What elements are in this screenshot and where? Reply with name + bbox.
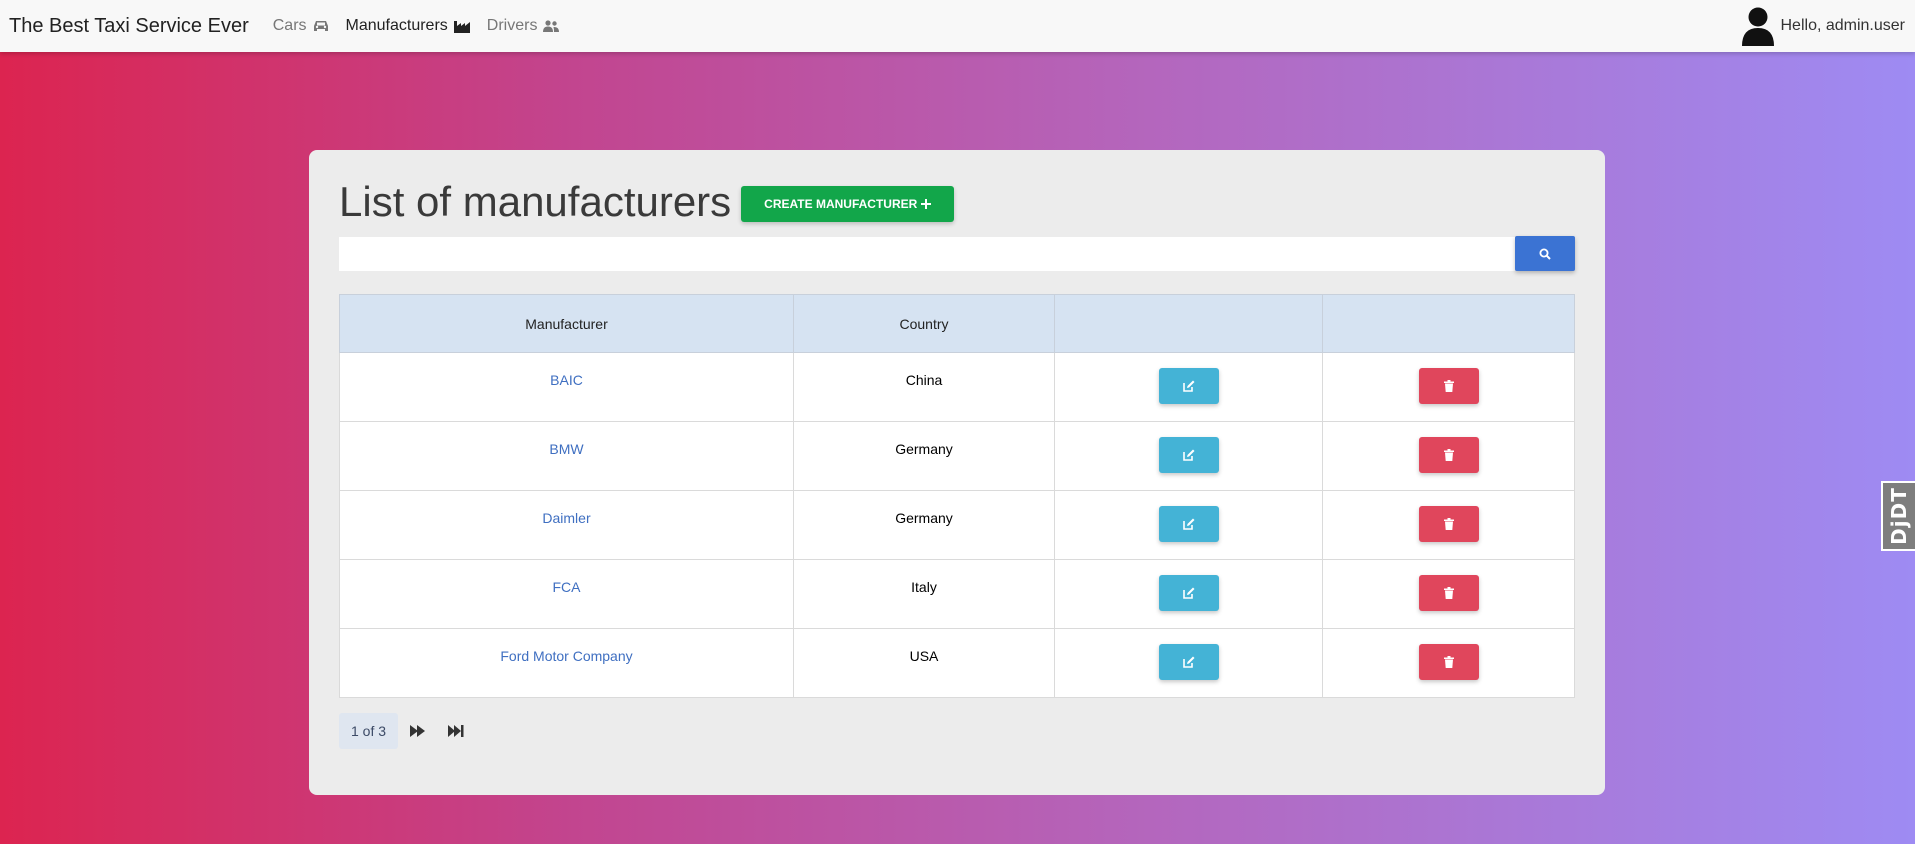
- table-row: FCA Italy: [339, 559, 1575, 629]
- delete-button[interactable]: [1418, 575, 1479, 611]
- search-button[interactable]: [1515, 236, 1575, 271]
- manufacturers-table: Manufacturer Country BAIC China BMW Germ…: [339, 294, 1575, 698]
- table-header-row: Manufacturer Country: [339, 294, 1575, 353]
- header-edit: [1054, 294, 1323, 353]
- trash-icon: [1443, 518, 1454, 530]
- trash-icon: [1443, 656, 1454, 668]
- header-manufacturer: Manufacturer: [339, 294, 794, 353]
- title-row: List of manufacturers CREATE MANUFACTURE…: [339, 178, 955, 226]
- users-icon: [543, 20, 560, 32]
- manufacturer-link[interactable]: BAIC: [550, 372, 583, 388]
- plus-icon: [921, 199, 932, 209]
- trash-icon: [1443, 380, 1454, 392]
- edit-button[interactable]: [1158, 575, 1219, 611]
- user-menu[interactable]: Hello, admin.user: [1741, 0, 1906, 52]
- trash-icon: [1443, 587, 1454, 599]
- nav-manufacturers[interactable]: Manufacturers: [346, 17, 470, 35]
- header-country: Country: [793, 294, 1055, 353]
- nav-cars[interactable]: Cars: [273, 17, 329, 35]
- factory-icon: [453, 21, 470, 33]
- nav-manufacturers-label: Manufacturers: [345, 17, 448, 34]
- page-indicator: 1 of 3: [339, 713, 399, 749]
- debug-toolbar-label: DjDT: [1887, 487, 1912, 545]
- user-avatar-icon: [1741, 7, 1774, 46]
- edit-button[interactable]: [1158, 437, 1219, 473]
- edit-icon: [1182, 518, 1194, 530]
- edit-button[interactable]: [1158, 644, 1219, 680]
- nav-cars-label: Cars: [272, 17, 307, 34]
- search-input[interactable]: [339, 237, 1515, 271]
- manufacturer-link[interactable]: FCA: [553, 579, 581, 595]
- navbar: The Best Taxi Service Ever Cars Manufact…: [0, 0, 1915, 52]
- nav-drivers-label: Drivers: [486, 17, 538, 34]
- country-cell: USA: [793, 628, 1055, 698]
- page-title: List of manufacturers: [339, 178, 732, 225]
- header-delete: [1322, 294, 1575, 353]
- country-cell: Germany: [793, 490, 1055, 560]
- delete-button[interactable]: [1418, 506, 1479, 542]
- last-page-button[interactable]: [448, 725, 464, 737]
- table-row: BAIC China: [339, 352, 1575, 422]
- debug-toolbar-handle[interactable]: DjDT: [1881, 481, 1915, 551]
- table-row: Ford Motor Company USA: [339, 628, 1575, 698]
- nav-drivers[interactable]: Drivers: [487, 17, 560, 35]
- edit-icon: [1182, 449, 1194, 461]
- country-cell: China: [793, 352, 1055, 422]
- delete-button[interactable]: [1418, 644, 1479, 680]
- edit-icon: [1182, 380, 1194, 392]
- create-manufacturer-button[interactable]: CREATE MANUFACTURER: [741, 186, 955, 222]
- country-cell: Italy: [793, 559, 1055, 629]
- edit-button[interactable]: [1158, 368, 1219, 404]
- edit-icon: [1182, 587, 1194, 599]
- manufacturer-link[interactable]: Ford Motor Company: [500, 648, 632, 664]
- car-icon: [313, 21, 328, 31]
- pagination: 1 of 3: [339, 713, 464, 749]
- manufacturer-link[interactable]: BMW: [549, 441, 583, 457]
- create-manufacturer-label: CREATE MANUFACTURER: [764, 197, 918, 211]
- table-row: BMW Germany: [339, 421, 1575, 491]
- next-page-button[interactable]: [410, 725, 426, 737]
- brand[interactable]: The Best Taxi Service Ever: [9, 15, 249, 38]
- manufacturer-link[interactable]: Daimler: [542, 510, 590, 526]
- country-cell: Germany: [793, 421, 1055, 491]
- search-icon: [1539, 248, 1551, 260]
- skip-to-end-icon: [448, 725, 464, 737]
- trash-icon: [1443, 449, 1454, 461]
- user-greeting: Hello, admin.user: [1780, 17, 1906, 34]
- edit-icon: [1182, 656, 1194, 668]
- table-row: Daimler Germany: [339, 490, 1575, 560]
- edit-button[interactable]: [1158, 506, 1219, 542]
- delete-button[interactable]: [1418, 368, 1479, 404]
- fast-forward-icon: [410, 725, 426, 737]
- delete-button[interactable]: [1418, 437, 1479, 473]
- manufacturers-card: List of manufacturers CREATE MANUFACTURE…: [309, 150, 1605, 795]
